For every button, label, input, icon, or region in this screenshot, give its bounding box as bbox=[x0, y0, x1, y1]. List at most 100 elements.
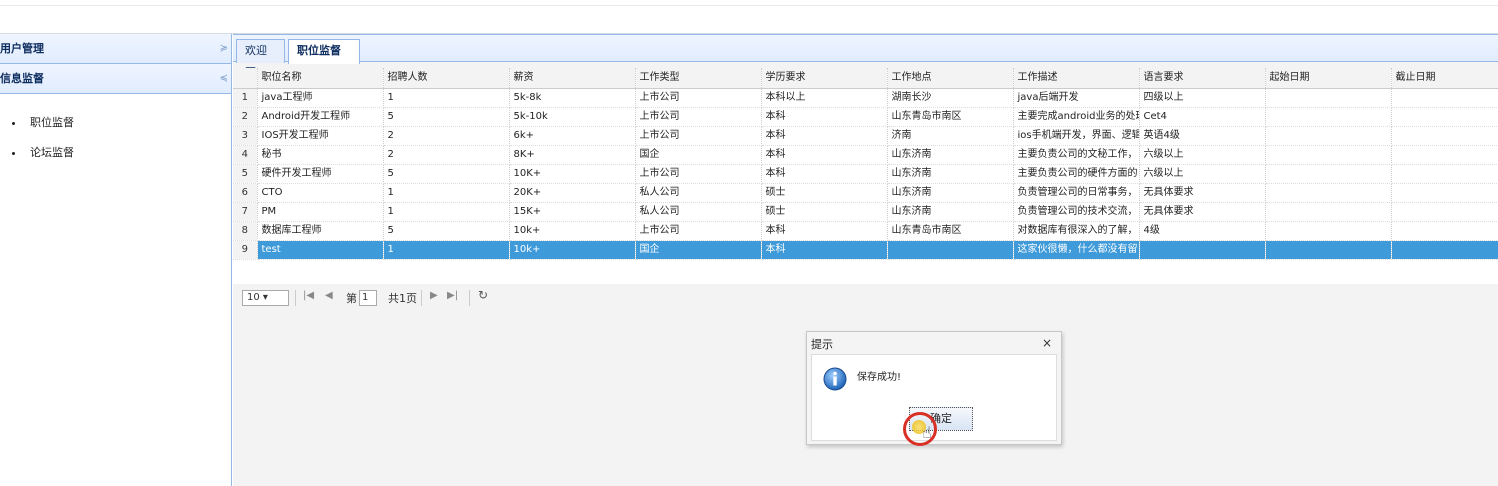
next-page-icon[interactable]: ▶ bbox=[430, 290, 438, 301]
table-cell[interactable]: java工程师 bbox=[257, 88, 384, 108]
table-cell[interactable]: 上市公司 bbox=[635, 126, 762, 146]
table-cell[interactable]: 1 bbox=[383, 240, 510, 260]
table-cell[interactable] bbox=[1265, 221, 1392, 241]
column-header[interactable]: 工作描述 bbox=[1013, 68, 1140, 89]
table-cell[interactable]: 2 bbox=[383, 145, 510, 165]
table-cell[interactable]: 湖南长沙 bbox=[887, 88, 1014, 108]
page-size-select[interactable]: 10 ▾ bbox=[242, 290, 289, 306]
table-row[interactable]: 1 java工程师 1 5k-8k 上市公司 本科以上 湖南长沙 java后端开发 四级以上 bbox=[233, 88, 1498, 108]
column-header[interactable]: 薪资 bbox=[509, 68, 636, 89]
tab-job-supervision[interactable]: 职位监督× bbox=[288, 39, 360, 79]
accordion-info-supervision[interactable]: 信息监督 ≼ bbox=[0, 64, 231, 94]
table-cell[interactable] bbox=[1265, 126, 1392, 146]
table-cell[interactable]: 上市公司 bbox=[635, 88, 762, 108]
table-cell[interactable]: 1 bbox=[383, 183, 510, 203]
table-cell[interactable]: 山东济南 bbox=[887, 202, 1014, 222]
table-cell[interactable]: java后端开发 bbox=[1013, 88, 1140, 108]
column-header[interactable]: 工作类型 bbox=[635, 68, 762, 89]
table-cell[interactable]: 无具体要求 bbox=[1139, 202, 1266, 222]
table-cell[interactable]: 六级以上 bbox=[1139, 164, 1266, 184]
table-row[interactable]: 4 秘书 2 8K+ 国企 本科 山东济南 主要负责公司的文秘工作， 六级以上 bbox=[233, 145, 1498, 165]
table-row[interactable]: 5 硬件开发工程师 5 10K+ 上市公司 本科 山东济南 主要负责公司的硬件方面的 六级以上 bbox=[233, 164, 1498, 184]
table-cell[interactable]: 4级 bbox=[1139, 221, 1266, 241]
table-cell[interactable]: 六级以上 bbox=[1139, 145, 1266, 165]
table-cell[interactable] bbox=[1391, 107, 1498, 127]
table-cell[interactable] bbox=[1391, 88, 1498, 108]
table-row[interactable]: 7 PM 1 15K+ 私人公司 硕士 山东济南 负责管理公司的技术交流， 无具体要求 bbox=[233, 202, 1498, 222]
table-row[interactable]: 3 IOS开发工程师 2 6k+ 上市公司 本科 济南 ios手机端开发，界面、逻辑 英语4级 bbox=[233, 126, 1498, 146]
table-cell[interactable]: 山东济南 bbox=[887, 164, 1014, 184]
table-cell[interactable]: 山东济南 bbox=[887, 183, 1014, 203]
table-cell[interactable]: Android开发工程师 bbox=[257, 107, 384, 127]
table-cell[interactable]: 国企 bbox=[635, 240, 762, 260]
table-cell[interactable]: 硕士 bbox=[761, 183, 888, 203]
prev-page-icon[interactable]: ◀ bbox=[325, 290, 333, 301]
table-cell[interactable] bbox=[1265, 240, 1392, 260]
tab-welcome[interactable]: 欢迎页 bbox=[236, 39, 285, 79]
table-cell[interactable]: 国企 bbox=[635, 145, 762, 165]
table-cell[interactable]: 上市公司 bbox=[635, 221, 762, 241]
table-cell[interactable]: 10K+ bbox=[509, 164, 636, 184]
table-cell[interactable]: 山东青岛市南区 bbox=[887, 221, 1014, 241]
table-cell[interactable] bbox=[1265, 88, 1392, 108]
table-cell[interactable]: 本科 bbox=[761, 164, 888, 184]
table-cell[interactable]: IOS开发工程师 bbox=[257, 126, 384, 146]
table-cell[interactable] bbox=[887, 240, 1014, 260]
table-row[interactable]: 2 Android开发工程师 5 5k-10k 上市公司 本科 山东青岛市南区 主要完成and… bbox=[233, 107, 1498, 127]
table-cell[interactable]: 10k+ bbox=[509, 240, 636, 260]
table-cell[interactable]: 1 bbox=[383, 202, 510, 222]
column-header[interactable]: 学历要求 bbox=[761, 68, 888, 89]
table-cell[interactable]: 1 bbox=[383, 88, 510, 108]
table-cell[interactable] bbox=[1265, 202, 1392, 222]
table-cell[interactable] bbox=[1265, 164, 1392, 184]
table-cell[interactable]: 硕士 bbox=[761, 202, 888, 222]
table-cell[interactable]: 上市公司 bbox=[635, 107, 762, 127]
table-cell[interactable]: 5 bbox=[383, 221, 510, 241]
table-cell[interactable]: 对数据库有很深入的了解， bbox=[1013, 221, 1140, 241]
table-cell[interactable]: Cet4 bbox=[1139, 107, 1266, 127]
table-cell[interactable]: 上市公司 bbox=[635, 164, 762, 184]
table-cell[interactable]: 主要负责公司的硬件方面的 bbox=[1013, 164, 1140, 184]
table-cell[interactable]: 这家伙很懒，什么都没有留 bbox=[1013, 240, 1140, 260]
table-cell[interactable] bbox=[1391, 202, 1498, 222]
table-cell[interactable]: 5k-10k bbox=[509, 107, 636, 127]
table-cell[interactable]: 本科以上 bbox=[761, 88, 888, 108]
table-cell[interactable]: 5k-8k bbox=[509, 88, 636, 108]
table-cell[interactable] bbox=[1391, 221, 1498, 241]
refresh-icon[interactable]: ↻ bbox=[478, 288, 488, 302]
table-cell[interactable]: 本科 bbox=[761, 126, 888, 146]
table-cell[interactable]: 5 bbox=[383, 107, 510, 127]
chevron-down-icon[interactable]: ≽ bbox=[220, 34, 228, 64]
accordion-user-management[interactable]: 用户管理 ≽ bbox=[0, 34, 231, 64]
table-row[interactable]: 8 数据库工程师 5 10k+ 上市公司 本科 山东青岛市南区 对数据库有很深入的了解， 4级 bbox=[233, 221, 1498, 241]
column-header[interactable]: 截止日期 bbox=[1391, 68, 1498, 89]
table-cell[interactable]: test bbox=[257, 240, 384, 260]
table-cell[interactable]: ios手机端开发，界面、逻辑 bbox=[1013, 126, 1140, 146]
table-cell[interactable] bbox=[1265, 183, 1392, 203]
table-cell[interactable]: 本科 bbox=[761, 145, 888, 165]
table-cell[interactable]: 本科 bbox=[761, 221, 888, 241]
table-cell[interactable]: 负责管理公司的日常事务， bbox=[1013, 183, 1140, 203]
table-cell[interactable]: 本科 bbox=[761, 107, 888, 127]
last-page-icon[interactable]: ▶| bbox=[447, 290, 458, 301]
table-cell[interactable]: 私人公司 bbox=[635, 202, 762, 222]
table-cell[interactable]: 主要负责公司的文秘工作， bbox=[1013, 145, 1140, 165]
column-header[interactable]: 职位名称 bbox=[257, 68, 384, 89]
table-cell[interactable]: 硬件开发工程师 bbox=[257, 164, 384, 184]
table-cell[interactable]: 2 bbox=[383, 126, 510, 146]
page-number-input[interactable]: 1 bbox=[359, 290, 377, 306]
column-header[interactable]: 招聘人数 bbox=[383, 68, 510, 89]
table-cell[interactable] bbox=[1265, 107, 1392, 127]
table-row[interactable]: 6 CTO 1 20K+ 私人公司 硕士 山东济南 负责管理公司的日常事务， 无具体要求 bbox=[233, 183, 1498, 203]
table-cell[interactable]: 主要完成android业务的处理 bbox=[1013, 107, 1140, 127]
table-cell[interactable] bbox=[1265, 145, 1392, 165]
table-cell[interactable] bbox=[1391, 164, 1498, 184]
table-cell[interactable]: 山东济南 bbox=[887, 145, 1014, 165]
close-icon[interactable]: × bbox=[1042, 336, 1052, 350]
column-header[interactable]: 工作地点 bbox=[887, 68, 1014, 89]
table-cell[interactable] bbox=[1391, 240, 1498, 260]
table-cell[interactable]: 15K+ bbox=[509, 202, 636, 222]
table-cell[interactable]: 6k+ bbox=[509, 126, 636, 146]
table-cell[interactable] bbox=[1391, 145, 1498, 165]
table-row[interactable]: 9 test 1 10k+ 国企 本科 这家伙很懒，什么都没有留 bbox=[233, 240, 1498, 260]
